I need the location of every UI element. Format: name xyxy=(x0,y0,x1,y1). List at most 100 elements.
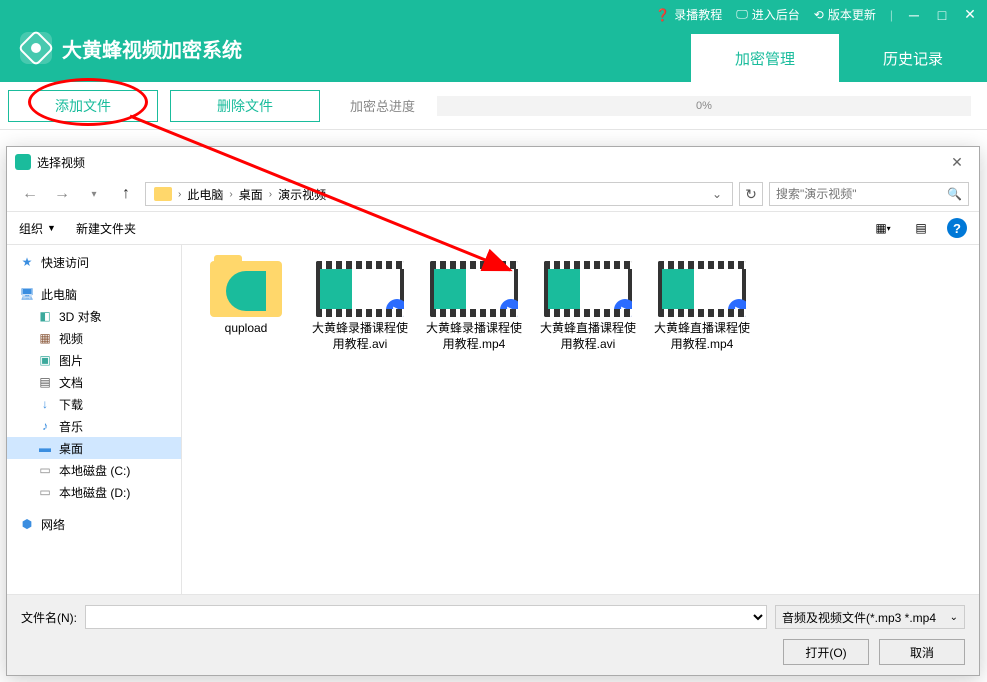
video-thumbnail: ▶ xyxy=(544,261,632,317)
app-logo-icon xyxy=(20,32,52,64)
nav-forward-button[interactable]: → xyxy=(49,181,75,207)
filetype-select[interactable]: 音频及视频文件(*.mp3 *.mp4 ⌄ xyxy=(775,605,965,629)
crumb-pc[interactable]: 此电脑 xyxy=(183,186,227,203)
delete-file-button[interactable]: 删除文件 xyxy=(170,90,320,122)
filename-input[interactable] xyxy=(85,605,767,629)
backend-link[interactable]: 🖵 进入后台 xyxy=(736,6,800,23)
file-item-video[interactable]: ▶ 大黄蜂直播课程使用教程.avi xyxy=(540,261,636,352)
open-button[interactable]: 打开(O) xyxy=(783,639,869,665)
file-label: 大黄蜂直播课程使用教程.avi xyxy=(540,321,636,352)
sidebar-downloads[interactable]: ↓ 下载 xyxy=(7,393,181,415)
sidebar-network[interactable]: ⬢ 网络 xyxy=(7,513,181,535)
close-button[interactable]: ✕ xyxy=(963,8,977,22)
tutorial-link[interactable]: ❓ 录播教程 xyxy=(655,6,722,23)
nav-back-button[interactable]: ← xyxy=(17,181,43,207)
nav-recent-button[interactable]: ▾ xyxy=(81,181,107,207)
sidebar-music[interactable]: ♪ 音乐 xyxy=(7,415,181,437)
breadcrumb-dropdown[interactable]: ⌄ xyxy=(706,187,728,201)
refresh-icon: ⟲ xyxy=(814,8,824,22)
video-thumbnail: ▶ xyxy=(316,261,404,317)
organize-label: 组织 xyxy=(19,220,43,237)
crumb-folder[interactable]: 演示视频 xyxy=(274,186,330,203)
video-thumbnail: ▶ xyxy=(658,261,746,317)
file-item-video[interactable]: ▶ 大黄蜂录播课程使用教程.avi xyxy=(312,261,408,352)
view-large-button[interactable]: ▤ xyxy=(909,218,933,238)
files-pane[interactable]: qupload ▶ 大黄蜂录播课程使用教程.avi ▶ 大黄蜂录播课程使用教程.… xyxy=(182,245,979,594)
cancel-button[interactable]: 取消 xyxy=(879,639,965,665)
file-item-folder[interactable]: qupload xyxy=(198,261,294,352)
sidebar-label: 本地磁盘 (D:) xyxy=(59,484,130,501)
minimize-button[interactable]: ─ xyxy=(907,8,921,22)
crumb-desktop[interactable]: 桌面 xyxy=(235,186,267,203)
download-icon: ↓ xyxy=(37,397,53,411)
organize-button[interactable]: 组织 ▼ xyxy=(19,220,56,237)
sidebar-label: 图片 xyxy=(59,352,83,369)
sidebar-this-pc[interactable]: 🖥 此电脑 xyxy=(7,283,181,305)
star-icon: ★ xyxy=(19,255,35,269)
sidebar-label: 快速访问 xyxy=(41,254,89,271)
cube-icon: ◧ xyxy=(37,309,53,323)
dialog-close-button[interactable]: ✕ xyxy=(943,152,971,172)
video-thumbnail: ▶ xyxy=(430,261,518,317)
sidebar-desktop[interactable]: ▬ 桌面 xyxy=(7,437,181,459)
view-small-button[interactable]: ▦▾ xyxy=(871,218,895,238)
video-badge-icon: ▶ xyxy=(386,299,404,317)
tab-history[interactable]: 历史记录 xyxy=(839,34,987,82)
app-title: 大黄蜂视频加密系统 xyxy=(62,34,242,63)
backend-label: 进入后台 xyxy=(752,6,800,23)
update-link[interactable]: ⟲ 版本更新 xyxy=(814,6,876,23)
chevron-right-icon: › xyxy=(269,189,272,200)
chevron-down-icon: ⌄ xyxy=(950,612,958,623)
add-file-button[interactable]: 添加文件 xyxy=(8,90,158,122)
video-badge-icon: ▶ xyxy=(728,299,746,317)
chevron-down-icon: ▼ xyxy=(47,223,56,233)
nav-up-button[interactable]: ↑ xyxy=(113,181,139,207)
nav-row: ← → ▾ ↑ › 此电脑 › 桌面 › 演示视频 ⌄ ↻ 🔍 xyxy=(7,177,979,211)
sidebar-label: 本地磁盘 (C:) xyxy=(59,462,130,479)
file-open-dialog: 选择视频 ✕ ← → ▾ ↑ › 此电脑 › 桌面 › 演示视频 ⌄ ↻ 🔍 组… xyxy=(6,146,980,676)
filetype-label: 音频及视频文件(*.mp3 *.mp4 xyxy=(782,609,936,626)
new-folder-button[interactable]: 新建文件夹 xyxy=(76,220,136,237)
sidebar-documents[interactable]: ▤ 文档 xyxy=(7,371,181,393)
main-tabs: 加密管理 历史记录 xyxy=(691,34,987,82)
search-input[interactable] xyxy=(776,187,947,201)
sidebar-label: 此电脑 xyxy=(41,286,77,303)
sidebar-disk-d[interactable]: ▭ 本地磁盘 (D:) xyxy=(7,481,181,503)
sidebar-videos[interactable]: ▦ 视频 xyxy=(7,327,181,349)
dialog-titlebar: 选择视频 ✕ xyxy=(7,147,979,177)
document-icon: ▤ xyxy=(37,375,53,389)
sidebar-disk-c[interactable]: ▭ 本地磁盘 (C:) xyxy=(7,459,181,481)
tutorial-label: 录播教程 xyxy=(674,6,722,23)
progress-value: 0% xyxy=(696,100,712,112)
dialog-footer: 文件名(N): 音频及视频文件(*.mp3 *.mp4 ⌄ 打开(O) 取消 xyxy=(7,594,979,675)
refresh-button[interactable]: ↻ xyxy=(739,182,763,206)
video-icon: ▦ xyxy=(37,331,53,345)
help-icon: ❓ xyxy=(655,8,670,22)
file-item-video[interactable]: ▶ 大黄蜂录播课程使用教程.mp4 xyxy=(426,261,522,352)
sidebar-label: 文档 xyxy=(59,374,83,391)
filename-label: 文件名(N): xyxy=(21,609,77,626)
help-button[interactable]: ? xyxy=(947,218,967,238)
breadcrumb[interactable]: › 此电脑 › 桌面 › 演示视频 ⌄ xyxy=(145,182,733,206)
separator: | xyxy=(890,8,893,22)
desktop-icon: ▬ xyxy=(37,441,53,455)
tab-encrypt[interactable]: 加密管理 xyxy=(691,34,839,82)
sidebar-3d-objects[interactable]: ◧ 3D 对象 xyxy=(7,305,181,327)
disk-icon: ▭ xyxy=(37,485,53,499)
sidebar-quick-access[interactable]: ★ 快速访问 xyxy=(7,251,181,273)
sidebar-label: 音乐 xyxy=(59,418,83,435)
disk-icon: ▭ xyxy=(37,463,53,477)
sidebar-pictures[interactable]: ▣ 图片 xyxy=(7,349,181,371)
sidebar-label: 视频 xyxy=(59,330,83,347)
maximize-button[interactable]: □ xyxy=(935,8,949,22)
file-item-video[interactable]: ▶ 大黄蜂直播课程使用教程.mp4 xyxy=(654,261,750,352)
pc-icon: 🖥 xyxy=(19,287,35,301)
sidebar: ★ 快速访问 🖥 此电脑 ◧ 3D 对象 ▦ 视频 ▣ 图片 ▤ 文 xyxy=(7,245,182,594)
dialog-body: ★ 快速访问 🖥 此电脑 ◧ 3D 对象 ▦ 视频 ▣ 图片 ▤ 文 xyxy=(7,245,979,594)
search-box[interactable]: 🔍 xyxy=(769,182,969,206)
dialog-title: 选择视频 xyxy=(37,154,85,171)
folder-icon xyxy=(210,261,282,317)
picture-icon: ▣ xyxy=(37,353,53,367)
filename-row: 文件名(N): 音频及视频文件(*.mp3 *.mp4 ⌄ xyxy=(21,605,965,629)
app-header: ❓ 录播教程 🖵 进入后台 ⟲ 版本更新 | ─ □ ✕ 大黄蜂视频加密系统 加… xyxy=(0,0,987,82)
